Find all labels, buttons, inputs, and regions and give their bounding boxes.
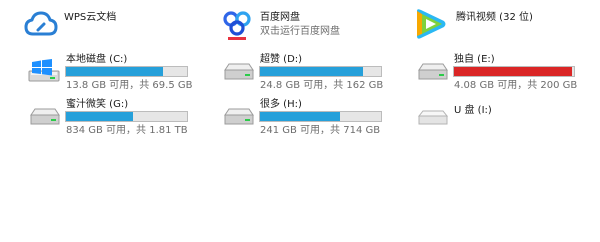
drive-c[interactable]: 本地磁盘 (C:) 13.8 GB 可用，共 69.5 GB [28, 52, 198, 92]
drive-usage-bar [259, 66, 382, 77]
drive-i[interactable]: U 盘 (I:) [416, 97, 586, 137]
drive-usage-fill [260, 112, 340, 121]
drive-usage-fill [454, 67, 572, 76]
windows-drive-icon [28, 58, 62, 88]
drive-d[interactable]: 超赞 (D:) 24.8 GB 可用，共 162 GB [222, 52, 392, 92]
drive-usage-fill [66, 67, 163, 76]
drive-usage-bar [65, 66, 188, 77]
app-name: 腾讯视频 (32 位) [456, 12, 533, 23]
app-name: 百度网盘 [260, 12, 300, 23]
wps-cloud-icon [24, 10, 58, 44]
drive-e[interactable]: 独自 (E:) 4.08 GB 可用，共 200 GB [416, 52, 596, 92]
hard-drive-icon [416, 62, 450, 86]
drive-space-text: 24.8 GB 可用，共 162 GB [260, 80, 384, 91]
app-subtitle: 双击运行百度网盘 [260, 26, 340, 37]
drive-usage-fill [66, 112, 133, 121]
drive-space-text: 4.08 GB 可用，共 200 GB [454, 80, 578, 91]
baidu-netdisk-icon [222, 8, 252, 46]
drive-space-text: 13.8 GB 可用，共 69.5 GB [66, 80, 193, 91]
app-tile-tencent-video[interactable]: 腾讯视频 (32 位) [412, 8, 592, 48]
drive-label: 超赞 (D:) [260, 54, 303, 65]
app-tile-baidu-netdisk[interactable]: 百度网盘 双击运行百度网盘 [218, 8, 398, 48]
usb-drive-icon [416, 109, 450, 131]
drive-label: 独自 (E:) [454, 54, 495, 65]
app-tile-wps-cloud[interactable]: WPS云文档 [22, 8, 202, 48]
drive-usage-bar [259, 111, 382, 122]
app-name: WPS云文档 [64, 12, 117, 23]
drive-label: 本地磁盘 (C:) [66, 54, 128, 65]
drive-label: U 盘 (I:) [454, 105, 492, 116]
hard-drive-icon [222, 107, 256, 131]
drive-space-text: 834 GB 可用，共 1.81 TB [66, 125, 188, 136]
tencent-video-icon [414, 8, 448, 44]
drive-h[interactable]: 很多 (H:) 241 GB 可用，共 714 GB [222, 97, 392, 137]
drive-label: 蜜汁微笑 (G:) [66, 99, 129, 110]
drive-usage-bar [65, 111, 188, 122]
drive-space-text: 241 GB 可用，共 714 GB [260, 125, 381, 136]
drive-g[interactable]: 蜜汁微笑 (G:) 834 GB 可用，共 1.81 TB [28, 97, 198, 137]
drive-usage-bar [453, 66, 575, 77]
drive-label: 很多 (H:) [260, 99, 302, 110]
hard-drive-icon [222, 62, 256, 86]
hard-drive-icon [28, 107, 62, 131]
drive-usage-fill [260, 67, 363, 76]
